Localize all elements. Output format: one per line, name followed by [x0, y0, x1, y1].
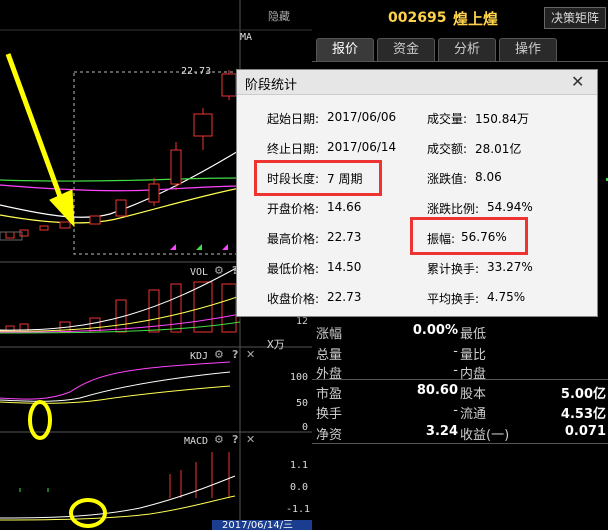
stat-amount-label: 成交额:: [427, 142, 468, 156]
value-eps: 0.071: [564, 424, 606, 439]
label-float: 流通: [460, 407, 487, 422]
stat-high-value: 22.73: [327, 230, 362, 244]
gear-icon[interactable]: ⚙: [214, 348, 224, 361]
kdj-axis-50: 50: [296, 398, 309, 409]
macd-axis-mid: 0.0: [290, 482, 309, 493]
stat-start-date-label: 起始日期:: [267, 112, 320, 126]
stat-open-label: 开盘价格:: [267, 202, 320, 216]
quote-tabs: 报价 资金 分析 操作: [316, 38, 560, 62]
tab-quote[interactable]: 报价: [316, 38, 374, 62]
label-eps: 收益(一): [460, 428, 510, 443]
ma-line-20: [0, 184, 241, 192]
stat-avg-turnover-label: 平均换手:: [427, 292, 480, 306]
label-total-volume: 总量: [316, 348, 343, 363]
tab-fund[interactable]: 资金: [377, 38, 435, 62]
close-icon[interactable]: ✕: [571, 72, 584, 91]
stat-avg-turnover-value: 4.75%: [487, 290, 526, 304]
stat-open-value: 14.66: [327, 200, 362, 214]
stat-low-value: 14.50: [327, 260, 362, 274]
kdj-axis-0: 0: [302, 422, 309, 433]
period-stats-dialog: 阶段统计 ✕ 起始日期: 2017/06/06 终止日期: 2017/06/14…: [236, 69, 598, 317]
yellow-arrow-annotation: [5, 53, 75, 228]
help-icon[interactable]: ?: [232, 433, 238, 446]
value-total-volume: -: [453, 344, 458, 359]
tab-operate[interactable]: 操作: [499, 38, 557, 62]
stat-change-label: 涨跌值:: [427, 172, 468, 186]
gear-icon[interactable]: ⚙: [214, 264, 224, 277]
date-cursor-label: 2017/06/14/三: [212, 520, 312, 530]
stat-volume-value: 150.84万: [475, 112, 529, 126]
value-float: 4.53亿: [560, 407, 606, 422]
vol-unit-label: X万: [267, 338, 285, 351]
ma-line-60: [0, 177, 241, 182]
stat-close-value: 22.73: [327, 290, 362, 304]
close-icon[interactable]: ✕: [246, 433, 255, 446]
vol-title: VOL: [190, 267, 209, 278]
help-icon[interactable]: ?: [232, 348, 238, 361]
decision-matrix-button[interactable]: 决策矩阵: [544, 7, 606, 29]
macd-bars: [169, 452, 230, 498]
stat-close-label: 收盘价格:: [267, 292, 320, 306]
value-net-asset: 3.24: [425, 424, 458, 439]
kdj-title: KDJ: [190, 351, 209, 362]
stat-amount-value: 28.01亿: [475, 142, 522, 156]
tab-analysis[interactable]: 分析: [438, 38, 496, 62]
stat-change-value: 8.06: [475, 170, 502, 184]
value-change-pct: 0.00%: [412, 323, 458, 338]
label-low: 最低: [460, 327, 487, 342]
label-volume-ratio: 量比: [460, 348, 487, 363]
stat-volume-label: 成交量:: [427, 112, 468, 126]
dialog-titlebar[interactable]: 阶段统计 ✕: [237, 70, 597, 95]
gear-icon[interactable]: ⚙: [214, 433, 224, 446]
kdj-circle-annotation: [28, 400, 52, 440]
label-change-pct: 涨幅: [316, 327, 343, 342]
stock-name: 煌上煌: [453, 10, 499, 28]
value-turnover: -: [453, 403, 458, 418]
stat-start-date-value: 2017/06/06: [327, 110, 397, 124]
stat-end-date-label: 终止日期:: [267, 142, 320, 156]
macd-circle-annotation: [69, 498, 107, 528]
stat-cum-turnover-value: 33.27%: [487, 260, 533, 274]
macd-dif-line: [0, 475, 236, 519]
stat-change-pct-label: 涨跌比例:: [427, 202, 480, 216]
stat-low-label: 最低价格:: [267, 262, 320, 276]
macd-axis-top: 1.1: [290, 460, 309, 471]
peak-price-label: 22.73: [181, 66, 212, 77]
value-outer: -: [453, 363, 458, 378]
amplitude-highlight: [410, 217, 528, 255]
hide-button[interactable]: 隐藏: [268, 8, 290, 24]
close-icon[interactable]: ✕: [246, 348, 255, 361]
macd-dea-line: [0, 495, 236, 521]
macd-axis-bottom: -1.1: [286, 504, 311, 515]
value-pe: 80.60: [416, 383, 458, 398]
macd-title: MACD: [184, 436, 209, 447]
label-share-capital: 股本: [460, 387, 487, 402]
vol-axis-label: 12: [296, 316, 309, 327]
stock-code: 002695: [388, 10, 447, 26]
period-length-highlight: [254, 160, 382, 196]
label-turnover: 换手: [316, 407, 343, 422]
stat-high-label: 最高价格:: [267, 232, 320, 246]
label-pe: 市盈: [316, 387, 343, 402]
value-share-capital: 5.00亿: [560, 387, 606, 402]
stat-end-date-value: 2017/06/14: [327, 140, 397, 154]
ma-label: MA: [240, 32, 253, 43]
dialog-title: 阶段统计: [245, 78, 298, 93]
label-net-asset: 净资: [316, 428, 343, 443]
kdj-axis-100: 100: [290, 372, 309, 383]
kdj-k-line: [0, 371, 231, 402]
kdj-j-line: [0, 361, 231, 400]
stat-change-pct-value: 54.94%: [487, 200, 533, 214]
stat-cum-turnover-label: 累计换手:: [427, 262, 480, 276]
